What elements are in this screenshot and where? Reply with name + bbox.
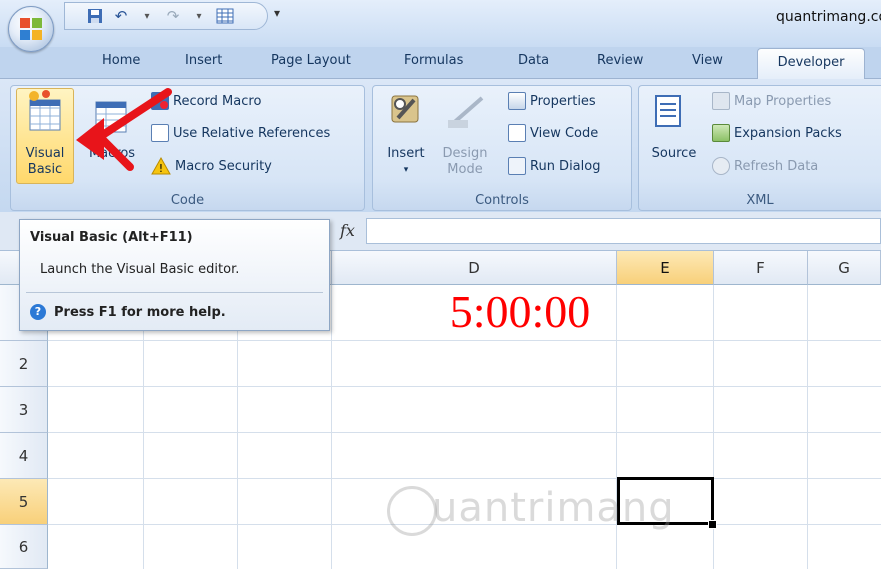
tooltip-help-text: Press F1 for more help.	[54, 304, 226, 320]
tab-view[interactable]: View	[692, 53, 723, 68]
watermark-logo-icon	[387, 486, 437, 536]
cell-d1-value[interactable]: 5:00:00	[420, 287, 620, 337]
refresh-data-button[interactable]: Refresh Data	[712, 157, 818, 175]
properties-icon	[508, 92, 526, 110]
fill-handle[interactable]	[708, 520, 717, 529]
ribbon-tabs: Home Insert Page Layout Formulas Data Re…	[0, 47, 881, 78]
row-header-2[interactable]: 2	[0, 341, 48, 387]
expansion-packs-label: Expansion Packs	[734, 125, 842, 141]
gridline	[807, 285, 808, 569]
column-header-e[interactable]: E	[617, 251, 714, 285]
tab-formulas[interactable]: Formulas	[404, 53, 463, 68]
gridline	[48, 478, 881, 479]
expansion-packs-button[interactable]: Expansion Packs	[712, 124, 842, 142]
tab-insert[interactable]: Insert	[185, 53, 222, 68]
refresh-data-icon	[712, 157, 730, 175]
row-header-6[interactable]: 6	[0, 525, 48, 569]
design-mode-icon	[448, 96, 484, 128]
insert-dropdown-icon: ▾	[403, 165, 409, 175]
tab-page-layout[interactable]: Page Layout	[271, 53, 351, 68]
tab-data[interactable]: Data	[518, 53, 549, 68]
visual-basic-label: Visual Basic	[17, 146, 73, 178]
record-macro-label: Record Macro	[173, 93, 262, 109]
office-logo-icon	[20, 18, 42, 40]
run-dialog-icon	[508, 157, 526, 175]
xml-group-label: XML	[746, 193, 774, 208]
gridline	[48, 340, 881, 341]
source-button[interactable]: Source	[646, 146, 702, 162]
design-mode-label-line1: Design	[442, 146, 488, 161]
visual-basic-tooltip: Visual Basic (Alt+F11) Launch the Visual…	[19, 219, 330, 331]
insert-controls-icon	[391, 95, 419, 123]
insert-function-icon[interactable]: fx	[340, 221, 355, 240]
map-properties-button[interactable]: Map Properties	[712, 92, 831, 110]
view-code-button[interactable]: View Code	[508, 124, 598, 142]
window-title: quantrimang.co	[776, 9, 881, 25]
tab-home[interactable]: Home	[102, 53, 140, 68]
tooltip-title: Visual Basic (Alt+F11)	[30, 230, 193, 245]
refresh-data-label: Refresh Data	[734, 158, 819, 174]
tab-developer[interactable]: Developer	[757, 48, 865, 79]
view-code-label: View Code	[530, 125, 599, 141]
quick-access-toolbar: ↶ ▾ ↷ ▾	[64, 2, 268, 30]
column-header-f[interactable]: F	[714, 251, 808, 285]
gridline	[331, 285, 332, 569]
design-mode-label-line2: Mode	[447, 162, 483, 177]
row-header-3[interactable]: 3	[0, 387, 48, 433]
watermark: uantrimang	[432, 485, 675, 531]
visual-basic-label-line1: Visual	[25, 146, 65, 161]
macro-security-label: Macro Security	[175, 158, 272, 174]
map-properties-icon	[712, 92, 730, 110]
map-properties-label: Map Properties	[734, 93, 832, 109]
visual-basic-icon	[29, 90, 61, 131]
code-group-label: Code	[170, 193, 205, 208]
run-dialog-button[interactable]: Run Dialog	[508, 157, 600, 175]
help-icon: ?	[30, 304, 46, 320]
source-icon	[655, 95, 681, 127]
design-mode-button[interactable]: Design Mode	[438, 146, 492, 178]
formula-input[interactable]	[366, 218, 881, 244]
tooltip-help: ? Press F1 for more help.	[30, 304, 226, 320]
view-code-icon	[508, 124, 526, 142]
row-header-4[interactable]: 4	[0, 433, 48, 479]
redo-icon[interactable]: ↷	[163, 6, 183, 26]
save-icon[interactable]	[85, 6, 105, 26]
tooltip-divider	[26, 292, 323, 293]
fx-label: fx	[340, 221, 355, 240]
redo-dropdown-icon[interactable]: ▾	[189, 6, 209, 26]
tooltip-description: Launch the Visual Basic editor.	[40, 262, 240, 277]
column-header-d[interactable]: D	[332, 251, 617, 285]
properties-label: Properties	[530, 93, 596, 109]
undo-icon[interactable]: ↶	[111, 6, 131, 26]
gridline	[48, 432, 881, 433]
expansion-packs-icon	[712, 124, 730, 142]
run-dialog-label: Run Dialog	[530, 158, 601, 174]
row-header-5[interactable]: 5	[0, 479, 48, 525]
tab-review[interactable]: Review	[597, 53, 643, 68]
undo-dropdown-icon[interactable]: ▾	[137, 6, 157, 26]
use-relative-references-label: Use Relative References	[173, 125, 331, 141]
customize-qat-icon[interactable]: ▾	[274, 6, 280, 20]
insert-controls-label: Insert	[387, 146, 425, 161]
gridline	[48, 386, 881, 387]
controls-group-label: Controls	[475, 193, 529, 208]
red-arrow-annotation	[76, 88, 172, 171]
column-header-g[interactable]: G	[808, 251, 881, 285]
table-icon[interactable]	[215, 6, 235, 26]
office-button[interactable]	[8, 6, 54, 52]
insert-controls-button[interactable]: Insert ▾	[380, 146, 432, 178]
visual-basic-label-line2: Basic	[27, 162, 63, 177]
properties-button[interactable]: Properties	[508, 92, 596, 110]
